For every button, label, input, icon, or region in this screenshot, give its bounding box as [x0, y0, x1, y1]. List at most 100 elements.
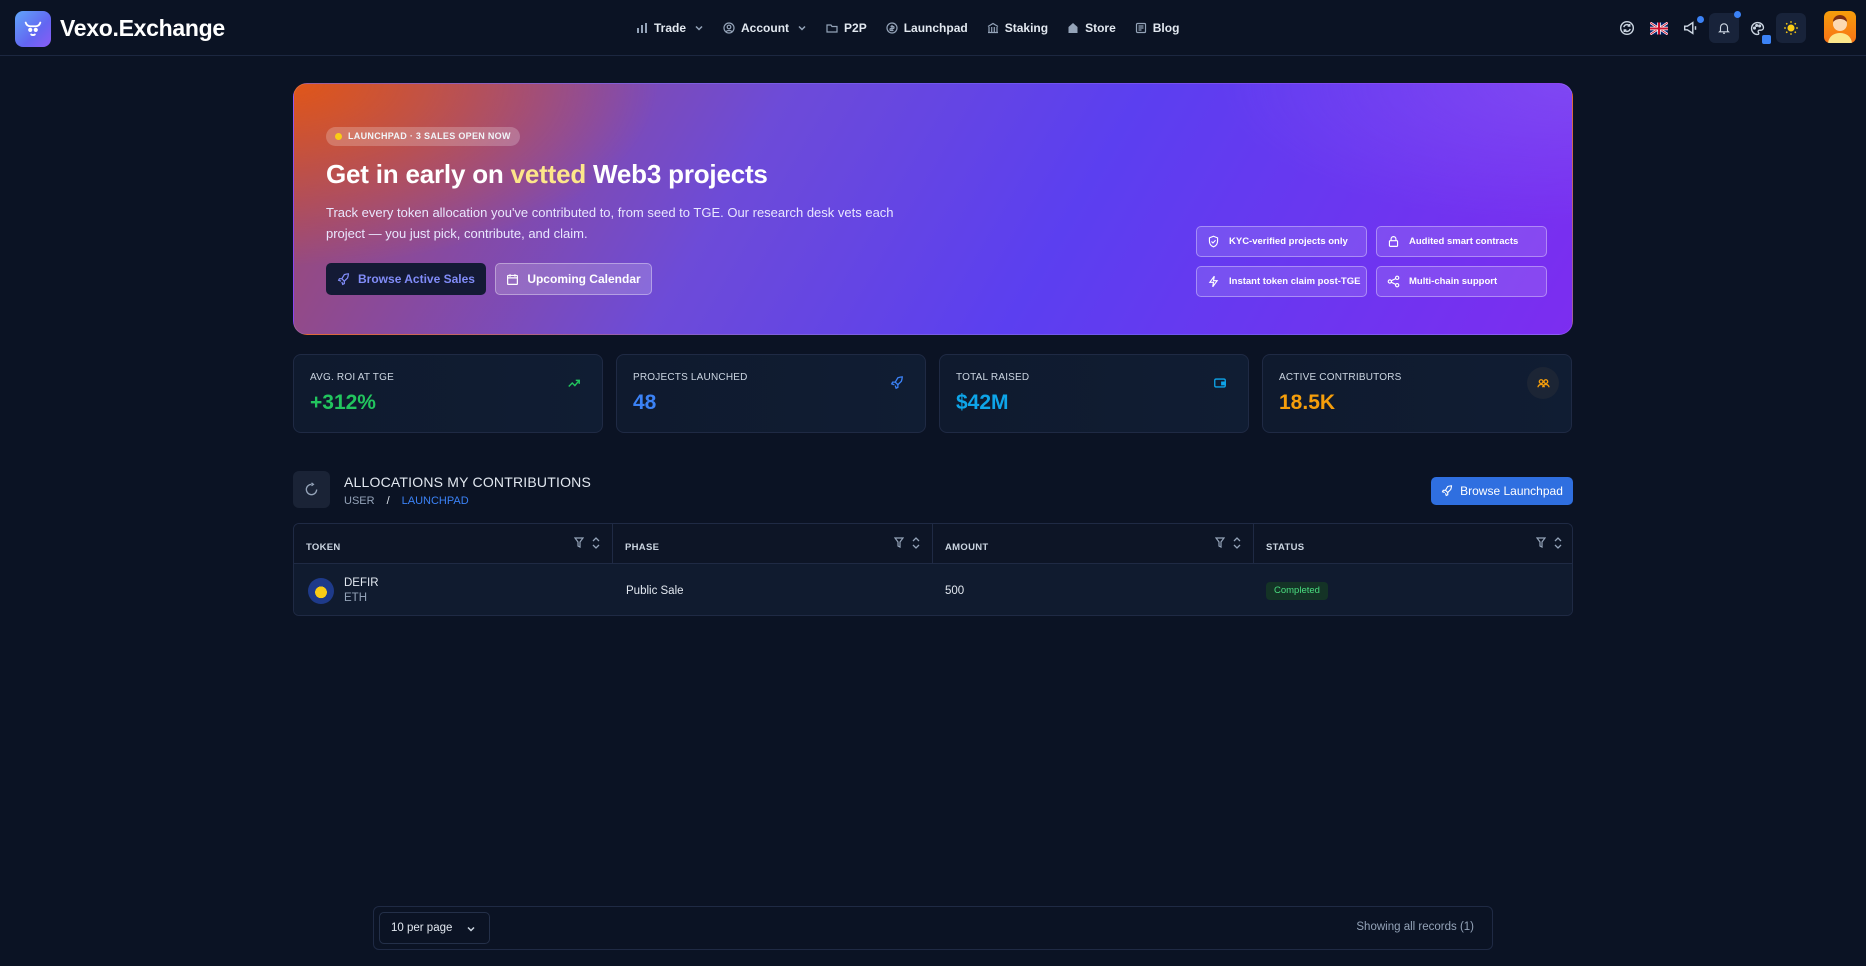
phase-cell: Public Sale	[626, 584, 684, 597]
feature-multi-chain: Multi-chain support	[1376, 266, 1547, 297]
launchpad-hero-banner: LAUNCHPAD · 3 SALES OPEN NOW Get in earl…	[293, 83, 1573, 335]
calendar-icon	[507, 273, 519, 285]
stat-card-projects-launched: PROJECTS LAUNCHED 48	[616, 354, 926, 433]
per-page-select[interactable]: 10 per page	[379, 912, 490, 944]
stat-value: 48	[633, 391, 657, 414]
stat-value: +312%	[310, 391, 376, 414]
top-navbar: Vexo.Exchange Trade Account P2P Launchpa…	[0, 0, 1866, 56]
sun-icon	[1784, 21, 1798, 35]
amount-cell: 500	[945, 584, 965, 597]
refresh-icon	[305, 482, 318, 496]
notification-dot	[1734, 11, 1741, 18]
chart-bar-icon	[637, 23, 647, 33]
theme-toggle-button[interactable]	[1776, 13, 1806, 43]
column-header-status[interactable]: STATUS	[1254, 524, 1572, 564]
rocket-icon	[881, 367, 913, 399]
nav-item-label: Account	[741, 21, 790, 35]
hero-title: Get in early on vetted Web3 projects	[326, 159, 768, 189]
stat-value: 18.5K	[1279, 391, 1336, 414]
stat-card-avg-roi: AVG. ROI AT TGE +312%	[293, 354, 603, 433]
sort-icon[interactable]	[592, 537, 600, 549]
stat-card-active-contributors: ACTIVE CONTRIBUTORS 18.5K	[1262, 354, 1572, 433]
filter-icon[interactable]	[574, 537, 584, 548]
brand-name[interactable]: Vexo.Exchange	[60, 15, 225, 42]
brand-logo-icon[interactable]	[15, 11, 51, 47]
trending-up-icon	[558, 367, 590, 399]
users-icon	[723, 22, 735, 34]
network-icon	[1387, 275, 1400, 288]
token-chain: ETH	[344, 591, 367, 604]
stat-label: AVG. ROI AT TGE	[310, 372, 394, 383]
convert-button[interactable]	[1612, 13, 1642, 43]
filter-icon[interactable]	[1536, 537, 1546, 548]
feature-kyc-verified: KYC-verified projects only	[1196, 226, 1367, 257]
bolt-icon	[1208, 275, 1219, 288]
palette-indicator	[1762, 35, 1771, 44]
rocket-icon	[337, 272, 350, 285]
nav-item-blog[interactable]: Blog	[1135, 21, 1180, 35]
refresh-circle-icon	[1619, 20, 1635, 36]
breadcrumb-launchpad[interactable]: LAUNCHPAD	[402, 495, 469, 507]
chevron-down-icon	[695, 25, 703, 31]
stat-value: $42M	[956, 391, 1009, 414]
sort-icon[interactable]	[1233, 537, 1241, 549]
table-row[interactable]: DEFIR ETH Public Sale 500 Completed	[294, 564, 1572, 615]
token-name: DEFIR	[344, 576, 379, 589]
stat-label: PROJECTS LAUNCHED	[633, 372, 748, 383]
nav-item-label: P2P	[844, 21, 867, 35]
chevron-down-icon	[467, 926, 475, 932]
sort-icon[interactable]	[912, 537, 920, 549]
uk-flag-icon	[1650, 21, 1668, 35]
status-badge: Completed	[1266, 581, 1328, 600]
nav-item-store[interactable]: Store	[1067, 21, 1116, 35]
rocket-icon	[1441, 485, 1453, 497]
stat-label: TOTAL RAISED	[956, 372, 1030, 383]
contributions-table: TOKEN PHASE AMOUNT STATUS DEFIR ETH Publ…	[293, 523, 1573, 616]
column-header-phase[interactable]: PHASE	[613, 524, 933, 564]
filter-icon[interactable]	[894, 537, 904, 548]
sort-icon[interactable]	[1554, 537, 1562, 549]
language-selector[interactable]	[1644, 13, 1674, 43]
main-menu: Trade Account P2P Launchpad Staking Stor…	[636, 0, 1198, 56]
refresh-button[interactable]	[293, 471, 330, 508]
nav-item-label: Staking	[1004, 21, 1049, 35]
nav-item-account[interactable]: Account	[723, 21, 807, 35]
feature-instant-claim: Instant token claim post-TGE	[1196, 266, 1367, 297]
nav-item-label: Launchpad	[903, 21, 968, 35]
nav-item-launchpad[interactable]: Launchpad	[886, 21, 968, 35]
bank-icon	[987, 22, 999, 34]
notifications-button[interactable]	[1709, 11, 1741, 43]
chevron-down-icon	[798, 25, 806, 31]
browse-active-sales-button[interactable]: Browse Active Sales	[326, 263, 486, 295]
nav-item-staking[interactable]: Staking	[987, 21, 1048, 35]
coin-icon	[886, 22, 898, 34]
store-icon	[1068, 23, 1078, 33]
folder-icon	[826, 24, 838, 33]
pagination-bar: 10 per page Showing all records (1)	[373, 906, 1493, 950]
column-header-amount[interactable]: AMOUNT	[933, 524, 1254, 564]
avatar[interactable]	[1824, 11, 1856, 43]
upcoming-calendar-button[interactable]: Upcoming Calendar	[495, 263, 652, 295]
shield-check-icon	[1208, 235, 1219, 248]
nav-item-p2p[interactable]: P2P	[826, 21, 867, 35]
filter-icon[interactable]	[1215, 537, 1225, 548]
nav-item-trade[interactable]: Trade	[636, 21, 704, 35]
newspaper-icon	[1135, 22, 1146, 34]
feature-audited-contracts: Audited smart contracts	[1376, 226, 1547, 257]
nav-item-label: Store	[1085, 21, 1116, 35]
hero-description: Track every token allocation you've cont…	[326, 205, 894, 241]
nav-item-label: Blog	[1152, 21, 1180, 35]
status-cell: Completed	[1266, 564, 1328, 615]
browse-launchpad-button[interactable]: Browse Launchpad	[1431, 477, 1573, 505]
token-cell: DEFIR ETH	[308, 564, 379, 615]
token-logo-icon	[308, 577, 334, 604]
notification-dot	[1697, 16, 1704, 23]
announcements-button[interactable]	[1676, 13, 1706, 43]
bell-icon	[1718, 23, 1730, 34]
wallet-icon	[1204, 367, 1236, 399]
theme-palette-button[interactable]	[1742, 13, 1772, 44]
users-icon	[1527, 367, 1559, 399]
breadcrumb-user[interactable]: USER	[344, 495, 375, 507]
column-header-token[interactable]: TOKEN	[294, 524, 613, 564]
stat-label: ACTIVE CONTRIBUTORS	[1279, 372, 1402, 383]
